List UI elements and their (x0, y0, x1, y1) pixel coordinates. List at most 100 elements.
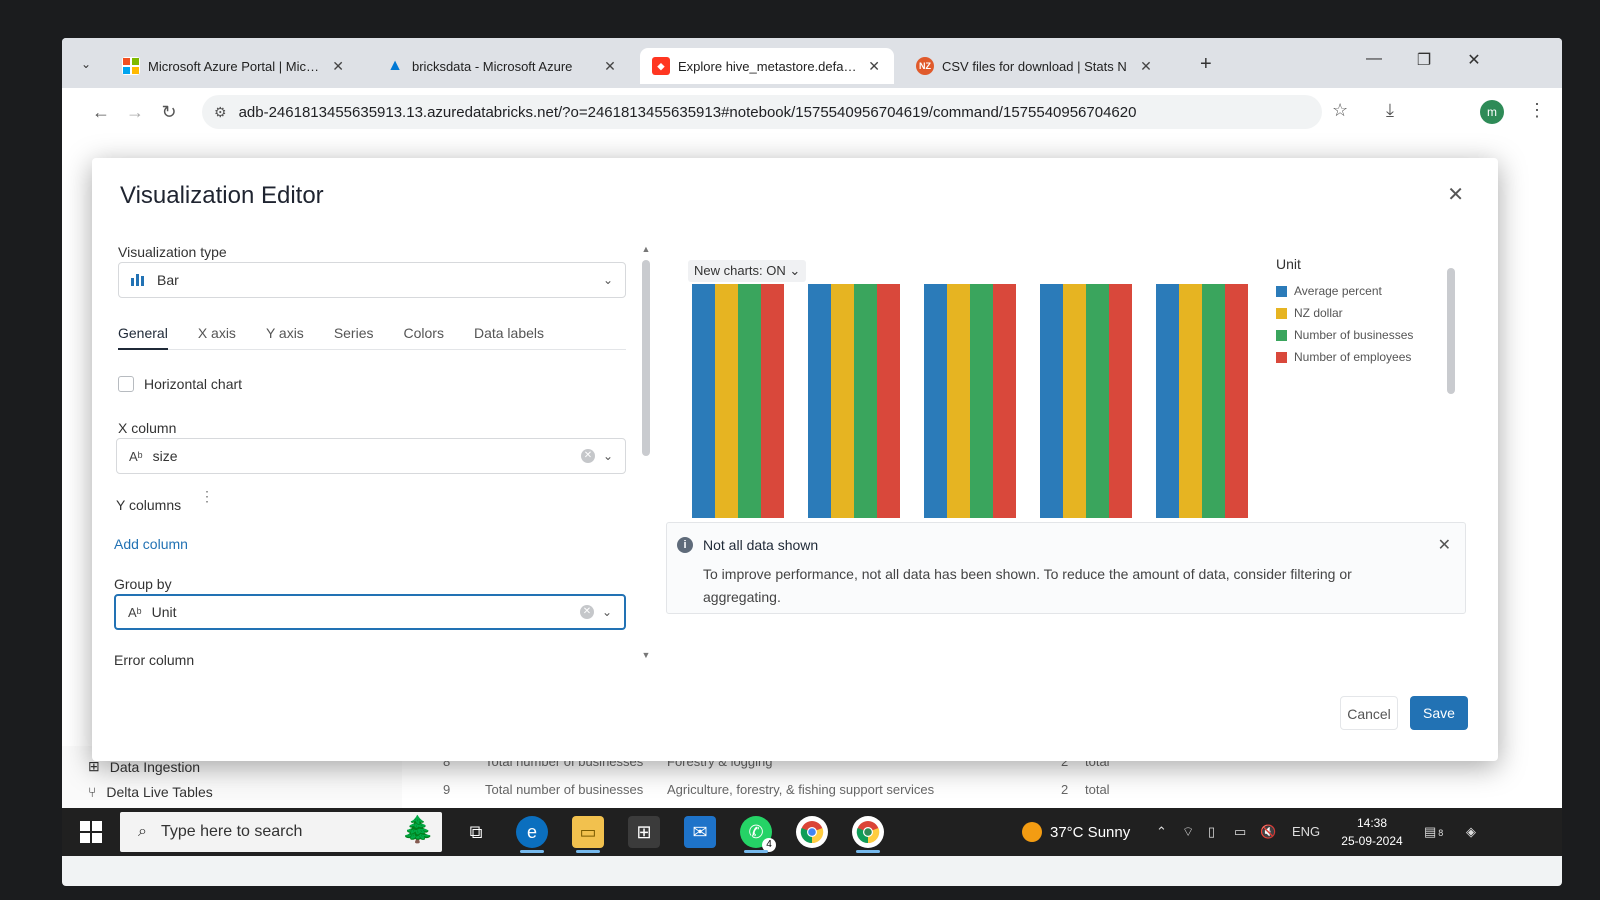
taskbar-search-input[interactable]: ⌕ Type here to search 🌲 (120, 812, 442, 852)
speaker-muted-icon[interactable]: 🔇 (1260, 824, 1276, 840)
battery-icon[interactable]: ▭ (1234, 824, 1246, 840)
scroll-up-icon[interactable]: ▲ (640, 244, 652, 254)
bar-nz-dollar-1[interactable] (715, 284, 738, 518)
scroll-down-icon[interactable]: ▼ (640, 650, 652, 660)
bar-number-of-employees-1[interactable] (761, 284, 784, 518)
close-tab-icon[interactable]: ✕ (1138, 58, 1154, 75)
bar-average-percent-4[interactable] (1040, 284, 1063, 518)
tab-search-chevron-icon[interactable]: ⌄ (76, 54, 96, 74)
tab-y-axis[interactable]: Y axis (266, 324, 304, 350)
bar-number-of-businesses-1[interactable] (738, 284, 761, 518)
chevron-up-icon[interactable]: ⌃ (1156, 824, 1167, 840)
bar-number-of-employees-3[interactable] (993, 284, 1016, 518)
legend-scrollbar[interactable] (1446, 254, 1456, 504)
task-view-icon[interactable]: ⧉ (460, 816, 492, 848)
cancel-button[interactable]: Cancel (1340, 696, 1398, 730)
bar-average-percent-2[interactable] (808, 284, 831, 518)
tab-data-labels[interactable]: Data labels (474, 324, 544, 350)
network-icon[interactable]: ⌔ (1182, 824, 1194, 840)
save-button[interactable]: Save (1410, 696, 1468, 730)
bar-number-of-employees-2[interactable] (877, 284, 900, 518)
viz-type-select[interactable]: Bar ⌄ (118, 262, 626, 298)
y-columns-menu-icon[interactable]: ⋮ (200, 488, 214, 505)
windows-start-icon[interactable] (80, 821, 102, 843)
notifications-icon[interactable]: ▤ 8 (1424, 824, 1443, 840)
site-settings-icon[interactable]: ⚙ (214, 104, 227, 121)
bar-average-percent-1[interactable] (692, 284, 715, 518)
scroll-thumb[interactable] (642, 260, 650, 456)
browser-tab-csv-files[interactable]: NZ CSV files for download | Stats N ✕ (904, 48, 1166, 84)
checkbox-box[interactable] (118, 376, 134, 392)
error-column-label: Error column (114, 652, 195, 668)
forward-arrow-icon[interactable]: → (118, 102, 152, 123)
close-tab-icon[interactable]: ✕ (330, 58, 346, 75)
profile-avatar[interactable]: m (1480, 100, 1504, 124)
legend-label: Number of employees (1294, 350, 1412, 364)
new-tab-icon[interactable]: + (1200, 53, 1212, 76)
browser-tab-explore-hive[interactable]: ◆ Explore hive_metastore.default. ✕ (640, 48, 894, 84)
file-explorer-icon[interactable]: ▭ (572, 816, 604, 853)
microsoft-store-icon[interactable]: ⊞ (628, 816, 660, 848)
download-icon[interactable]: ⤓ (1386, 100, 1394, 121)
mail-icon[interactable]: ✉ (684, 816, 716, 848)
cell-kind: total (1085, 781, 1110, 797)
group-by-select[interactable]: Aᵇ Unit ✕ ⌄ (114, 594, 626, 630)
language-indicator[interactable]: ENG (1292, 824, 1320, 839)
copilot-icon[interactable]: ◈ (1466, 824, 1476, 840)
bookmark-star-icon[interactable]: ☆ (1332, 100, 1348, 121)
chrome-profile-icon[interactable] (852, 816, 884, 853)
bar-number-of-businesses-4[interactable] (1086, 284, 1109, 518)
sidebar-item-label: Delta Live Tables (106, 784, 213, 800)
tab-general[interactable]: General (118, 324, 168, 350)
tab-x-axis[interactable]: X axis (198, 324, 236, 350)
close-tab-icon[interactable]: ✕ (602, 58, 618, 75)
search-highlight-trees-icon: 🌲 (401, 814, 434, 844)
weather-widget[interactable]: 37°C Sunny (1022, 822, 1130, 842)
browser-tab-azure-portal[interactable]: Microsoft Azure Portal | Micros ✕ (110, 48, 358, 84)
bar-nz-dollar-2[interactable] (831, 284, 854, 518)
bar-average-percent-3[interactable] (924, 284, 947, 518)
close-icon[interactable]: ✕ (1447, 182, 1464, 207)
legend-item-number-of-businesses[interactable]: Number of businesses (1276, 324, 1446, 346)
minimize-icon[interactable]: — (1362, 50, 1386, 68)
legend-scroll-thumb[interactable] (1447, 268, 1455, 394)
address-bar[interactable]: ⚙ adb-2461813455635913.13.azuredatabrick… (202, 95, 1322, 129)
restore-icon[interactable]: ❐ (1412, 50, 1436, 70)
bar-number-of-employees-5[interactable] (1225, 284, 1248, 518)
row-number: 9 (443, 781, 451, 797)
bar-nz-dollar-4[interactable] (1063, 284, 1086, 518)
close-tab-icon[interactable]: ✕ (866, 58, 882, 75)
legend-item-average-percent[interactable]: Average percent (1276, 280, 1446, 302)
tab-colors[interactable]: Colors (404, 324, 444, 350)
bar-number-of-businesses-2[interactable] (854, 284, 877, 518)
system-clock[interactable]: 14:38 25-09-2024 (1332, 814, 1412, 850)
whatsapp-icon[interactable]: ✆ 4 (740, 816, 776, 853)
edge-browser-icon[interactable]: e (516, 816, 548, 853)
chrome-icon[interactable] (796, 816, 828, 848)
bar-nz-dollar-3[interactable] (947, 284, 970, 518)
clear-icon[interactable]: ✕ (580, 605, 594, 619)
clear-icon[interactable]: ✕ (581, 449, 595, 463)
bar-average-percent-5[interactable] (1156, 284, 1179, 518)
x-column-select[interactable]: Aᵇ size ✕ ⌄ (116, 438, 626, 474)
bar-number-of-businesses-5[interactable] (1202, 284, 1225, 518)
legend-item-number-of-employees[interactable]: Number of employees (1276, 346, 1446, 368)
tab-series[interactable]: Series (334, 324, 374, 350)
close-window-icon[interactable]: ✕ (1462, 50, 1486, 70)
reload-icon[interactable]: ↻ (152, 102, 186, 123)
checkbox-label: Horizontal chart (144, 376, 243, 392)
browser-menu-icon[interactable]: ⋮ (1528, 100, 1546, 121)
settings-scrollbar[interactable]: ▲ ▼ (640, 244, 652, 664)
sidebar-item-delta-live-tables[interactable]: ⑂ Delta Live Tables (88, 784, 213, 800)
device-icon[interactable]: ▯ (1208, 824, 1215, 840)
search-placeholder: Type here to search (160, 823, 303, 840)
legend-item-nz-dollar[interactable]: NZ dollar (1276, 302, 1446, 324)
close-icon[interactable]: ✕ (1438, 535, 1451, 555)
bar-number-of-businesses-3[interactable] (970, 284, 993, 518)
back-arrow-icon[interactable]: ← (84, 102, 118, 123)
bar-number-of-employees-4[interactable] (1109, 284, 1132, 518)
add-column-link[interactable]: Add column (114, 536, 188, 552)
browser-tab-bricksdata[interactable]: ▲ bricksdata - Microsoft Azure ✕ (374, 48, 630, 84)
bar-nz-dollar-5[interactable] (1179, 284, 1202, 518)
horizontal-chart-checkbox[interactable]: Horizontal chart (118, 376, 242, 392)
